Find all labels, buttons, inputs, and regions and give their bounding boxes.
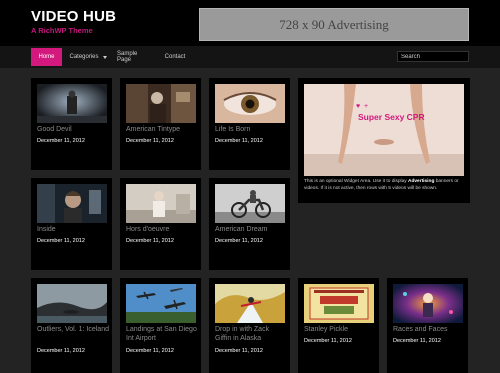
video-card[interactable]: American Tintype December 11, 2012 — [120, 78, 201, 170]
video-thumbnail[interactable] — [393, 284, 463, 323]
video-card[interactable]: Races and Faces December 11, 2012 — [387, 278, 468, 373]
video-title[interactable]: Outliers, Vol. 1: Iceland — [37, 326, 109, 335]
video-thumbnail[interactable] — [126, 84, 196, 123]
video-card[interactable]: American Dream December 11, 2012 — [209, 178, 290, 270]
site-header: VIDEO HUB A RichWP Theme 728 x 90 Advert… — [0, 0, 500, 46]
nav-sample-page-label: Sample Page — [117, 51, 138, 63]
svg-text:+: + — [364, 103, 368, 110]
video-thumbnail[interactable] — [37, 84, 107, 123]
widget-image[interactable]: ♥ + Super Sexy CPR — [304, 84, 464, 176]
advertising-widget: ♥ + Super Sexy CPR This is an optional W… — [298, 78, 470, 203]
video-thumbnail[interactable] — [215, 284, 285, 323]
video-date: December 11, 2012 — [393, 338, 441, 344]
video-card[interactable]: Hors d'oeuvre December 11, 2012 — [120, 178, 201, 270]
video-card[interactable]: Landings at San Diego Int Airport Decemb… — [120, 278, 201, 373]
video-thumbnail[interactable] — [37, 184, 107, 223]
widget-text-before: This is an optional Widget Area. Use it … — [304, 179, 408, 184]
ad-banner[interactable]: 728 x 90 Advertising — [199, 8, 469, 41]
video-date: December 11, 2012 — [215, 238, 263, 244]
widget-image-text: Super Sexy CPR — [358, 112, 425, 122]
chevron-down-icon — [102, 55, 107, 59]
video-card[interactable]: Outliers, Vol. 1: Iceland December 11, 2… — [31, 278, 112, 373]
site-title[interactable]: VIDEO HUB — [31, 8, 116, 25]
svg-text:♥: ♥ — [356, 103, 360, 110]
video-date: December 11, 2012 — [126, 348, 174, 354]
site-tagline: A RichWP Theme — [31, 26, 93, 35]
video-title[interactable]: American Dream — [215, 226, 287, 235]
nav-home-label: Home — [38, 54, 55, 60]
video-thumbnail[interactable] — [126, 184, 196, 223]
video-card[interactable]: Good Devil December 11, 2012 — [31, 78, 112, 170]
ad-banner-text: 728 x 90 Advertising — [279, 16, 389, 32]
video-title[interactable]: Races and Faces — [393, 326, 465, 335]
nav-categories[interactable]: Categories — [66, 48, 110, 66]
video-thumbnail[interactable] — [215, 84, 285, 123]
video-card[interactable]: Life Is Born December 11, 2012 — [209, 78, 290, 170]
video-card[interactable]: Inside December 11, 2012 — [31, 178, 112, 270]
video-date: December 11, 2012 — [126, 138, 174, 144]
nav-home[interactable]: Home — [31, 48, 62, 66]
video-title[interactable]: Inside — [37, 226, 109, 235]
video-title[interactable]: Landings at San Diego Int Airport — [126, 326, 198, 343]
video-title[interactable]: Hors d'oeuvre — [126, 226, 198, 235]
nav-contact[interactable]: Contact — [161, 48, 189, 66]
video-thumbnail[interactable] — [304, 284, 374, 323]
video-thumbnail[interactable] — [37, 284, 107, 323]
nav-sample-page[interactable]: Sample Page — [113, 48, 153, 66]
video-card[interactable]: Stanley Pickle December 11, 2012 — [298, 278, 379, 373]
video-date: December 11, 2012 — [37, 348, 85, 354]
video-date: December 11, 2012 — [126, 238, 174, 244]
video-title[interactable]: Stanley Pickle — [304, 326, 376, 335]
video-date: December 11, 2012 — [215, 348, 263, 354]
video-title[interactable]: Life Is Born — [215, 126, 287, 135]
video-thumbnail[interactable] — [215, 184, 285, 223]
nav-categories-label: Categories — [69, 54, 99, 60]
video-title[interactable]: Good Devil — [37, 126, 109, 135]
video-date: December 11, 2012 — [37, 138, 85, 144]
video-title[interactable]: American Tintype — [126, 126, 198, 135]
widget-text-bold: Advertising — [407, 179, 435, 184]
search-input[interactable] — [397, 51, 469, 62]
video-card[interactable]: Drop in with Zack Giffin in Alaska Decem… — [209, 278, 290, 373]
widget-description: This is an optional Widget Area. Use it … — [304, 178, 464, 192]
video-date: December 11, 2012 — [304, 338, 352, 344]
video-title[interactable]: Drop in with Zack Giffin in Alaska — [215, 326, 287, 343]
video-thumbnail[interactable] — [126, 284, 196, 323]
video-date: December 11, 2012 — [37, 238, 85, 244]
video-date: December 11, 2012 — [215, 138, 263, 144]
nav-contact-label: Contact — [164, 54, 186, 60]
main-navigation: Home Categories Sample Page Contact — [0, 46, 500, 68]
